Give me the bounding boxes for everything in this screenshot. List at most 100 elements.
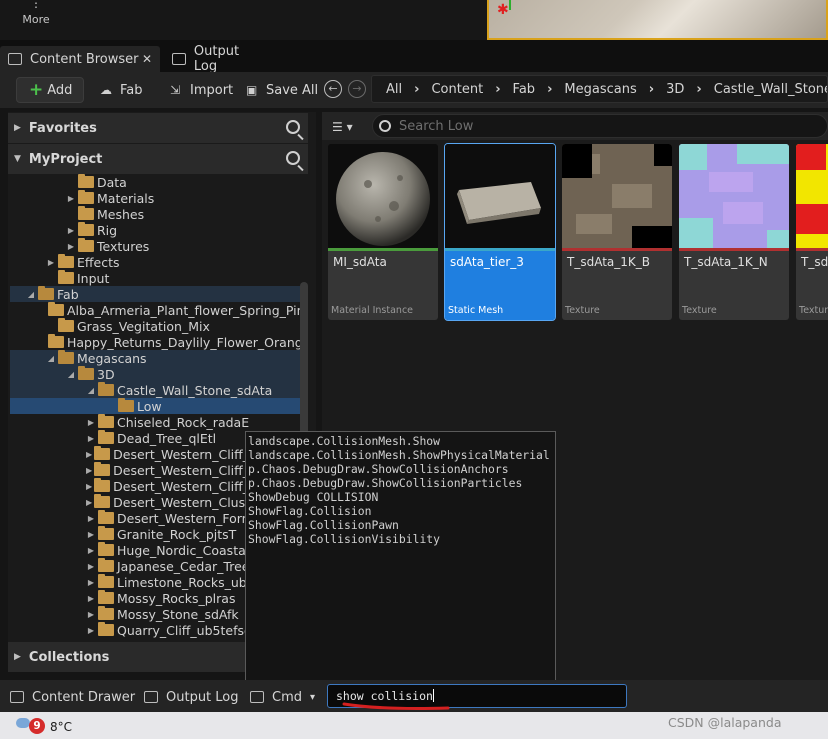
console-suggestion[interactable]: ShowFlag.Collision (248, 504, 371, 518)
tree-item[interactable]: Meshes (10, 206, 300, 222)
tree-item[interactable]: ▶ Chiseled_Rock_radaE (10, 414, 300, 430)
chevron-right-icon[interactable]: ▶ (86, 450, 92, 459)
tree-item[interactable]: ▶ Materials (10, 190, 300, 206)
level-viewport[interactable]: ✱ (487, 0, 828, 40)
watermark: CSDN @lalapanda (668, 715, 782, 730)
chevron-right-icon[interactable]: ▶ (86, 466, 92, 475)
breadcrumb-item[interactable]: All (386, 82, 402, 97)
asset-tile[interactable]: T_sdAta_1K_B Texture (562, 144, 672, 320)
output-log-label: Output Log (166, 689, 239, 705)
chevron-right-icon[interactable]: ▶ (86, 626, 96, 635)
tree-item[interactable]: Alba_Armeria_Plant_flower_Spring_Pink (10, 302, 300, 318)
console-suggestion[interactable]: p.Chaos.DebugDraw.ShowCollisionAnchors (248, 462, 509, 476)
chevron-right-icon[interactable]: ▶ (86, 594, 96, 603)
filter-icon[interactable]: ☰ ▾ (332, 120, 353, 134)
add-button[interactable]: + Add (16, 77, 84, 103)
forward-arrow-icon[interactable]: → (348, 80, 366, 98)
tree-item[interactable]: Low (10, 398, 300, 414)
save-all-button[interactable]: ▣ Save All (240, 77, 324, 103)
tree-item[interactable]: Grass_Vegitation_Mix (10, 318, 300, 334)
console-suggestion[interactable]: landscape.CollisionMesh.Show (248, 434, 440, 448)
console-suggestion[interactable]: ShowFlag.CollisionPawn (248, 518, 399, 532)
search-icon[interactable] (286, 151, 300, 165)
chevron-down-icon[interactable]: ◢ (66, 370, 76, 379)
tree-item[interactable]: Happy_Returns_Daylily_Flower_Orange (10, 334, 300, 350)
breadcrumb-item[interactable]: Content (431, 82, 483, 97)
chevron-right-icon[interactable]: ▶ (86, 546, 96, 555)
asset-tile[interactable]: MI_sdAta Material Instance (328, 144, 438, 320)
weather-icon[interactable] (16, 718, 30, 728)
asset-name: MI_sdAta (333, 255, 387, 269)
chevron-right-icon[interactable]: ▶ (66, 194, 76, 203)
asset-type-color-bar (445, 248, 555, 251)
chevron-right-icon[interactable]: ▶ (46, 258, 56, 267)
notification-badge: 9 (29, 718, 45, 734)
chevron-right-icon[interactable]: ▶ (86, 610, 96, 619)
tree-item-label: Low (137, 398, 162, 414)
chevron-right-icon[interactable]: › (495, 82, 500, 97)
import-button[interactable]: ⇲ Import (164, 77, 239, 103)
tree-item[interactable]: Data (10, 174, 300, 190)
tree-item-label: Quarry_Cliff_ub5tefsda (117, 622, 260, 638)
tree-item[interactable]: ◢ 3D (10, 366, 300, 382)
folder-icon (48, 334, 64, 348)
chevron-right-icon[interactable]: › (696, 82, 701, 97)
search-icon[interactable] (286, 120, 300, 134)
fab-button[interactable]: ☁ Fab (94, 77, 149, 103)
close-icon[interactable]: ✕ (142, 52, 152, 66)
project-label: MyProject (28, 151, 103, 167)
tree-item[interactable]: Input (10, 270, 300, 286)
chevron-right-icon[interactable]: › (547, 82, 552, 97)
breadcrumb-item[interactable]: Fab (513, 82, 536, 97)
chevron-right-icon[interactable]: ▶ (86, 514, 96, 523)
chevron-down-icon[interactable]: ◢ (86, 386, 96, 395)
console-suggestion[interactable]: ShowDebug COLLISION (248, 490, 378, 504)
chevron-right-icon[interactable]: › (649, 82, 654, 97)
breadcrumb-item[interactable]: 3D (666, 82, 684, 97)
tree-item-label: Input (77, 270, 110, 286)
folder-icon (98, 542, 114, 556)
asset-type: Texture (799, 305, 828, 316)
chevron-right-icon[interactable]: ▶ (66, 226, 76, 235)
cmd-dropdown[interactable]: Cmd ▾ (250, 688, 315, 706)
chevron-right-icon[interactable]: ▶ (86, 530, 96, 539)
console-suggestion[interactable]: p.Chaos.DebugDraw.ShowCollisionParticles (248, 476, 522, 490)
folder-open-icon (38, 286, 54, 300)
favorites-header[interactable]: ▶ Favorites (8, 113, 308, 143)
chevron-down-icon[interactable]: ◢ (46, 354, 56, 363)
breadcrumb-item[interactable]: Megascans (564, 82, 636, 97)
console-suggestion[interactable]: landscape.CollisionMesh.ShowPhysicalMate… (248, 448, 550, 462)
output-log-button[interactable]: Output Log (144, 688, 239, 706)
tree-item[interactable]: ◢ Castle_Wall_Stone_sdAta (10, 382, 300, 398)
chevron-right-icon[interactable]: ▶ (86, 562, 96, 571)
breadcrumb-item[interactable]: Castle_Wall_Stone_ (714, 82, 827, 97)
save-icon: ▣ (246, 83, 258, 97)
tree-item-label: 3D (97, 366, 115, 382)
chevron-right-icon[interactable]: ▶ (86, 578, 96, 587)
tree-item[interactable]: ▶ Rig (10, 222, 300, 238)
project-header[interactable]: ▼ MyProject (8, 144, 308, 174)
console-suggestion[interactable]: ShowFlag.CollisionVisibility (248, 532, 440, 546)
chevron-down-icon[interactable]: ◢ (26, 290, 36, 299)
tab-output-log[interactable]: Output Log (164, 44, 274, 74)
chevron-right-icon[interactable]: ▶ (86, 482, 92, 491)
tree-item[interactable]: ▶ Textures (10, 238, 300, 254)
chevron-down-icon: ▼ (14, 154, 21, 164)
chevron-right-icon[interactable]: › (414, 82, 419, 97)
search-input[interactable]: Search Low (372, 114, 828, 138)
chevron-right-icon[interactable]: ▶ (86, 498, 92, 507)
tree-item[interactable]: ▶ Effects (10, 254, 300, 270)
more-button[interactable]: ⋮ More (0, 0, 72, 40)
chevron-right-icon[interactable]: ▶ (86, 418, 96, 427)
tab-content-browser[interactable]: Content Browser ✕ (0, 46, 160, 72)
tree-item[interactable]: ◢ Megascans (10, 350, 300, 366)
asset-tile[interactable]: T_sdA Texture (796, 144, 828, 320)
chevron-right-icon[interactable]: ▶ (86, 434, 96, 443)
tree-item[interactable]: ◢ Fab (10, 286, 300, 302)
output-log-icon (144, 691, 158, 703)
asset-tile[interactable]: sdAta_tier_3 Static Mesh (444, 143, 556, 321)
chevron-right-icon[interactable]: ▶ (66, 242, 76, 251)
back-arrow-icon[interactable]: ← (324, 80, 342, 98)
content-drawer-button[interactable]: Content Drawer (10, 688, 135, 706)
asset-tile[interactable]: T_sdAta_1K_N Texture (679, 144, 789, 320)
